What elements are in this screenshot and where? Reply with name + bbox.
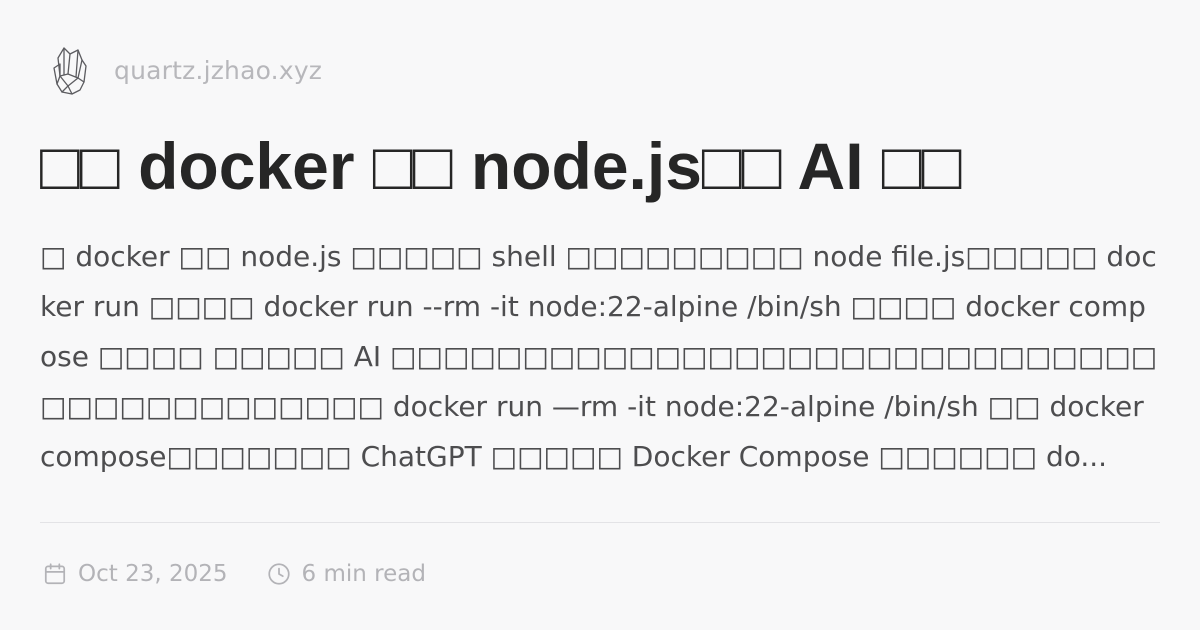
site-name[interactable]: quartz.jzhao.xyz	[114, 56, 322, 85]
article-description: □ docker □□ node.js □□□□□ shell □□□□□□□□…	[40, 240, 1158, 473]
quartz-crystal-logo-icon	[53, 47, 87, 95]
reading-time: 6 min read	[266, 561, 426, 587]
publish-date-text: Oct 23, 2025	[78, 561, 228, 587]
clock-icon	[267, 563, 290, 585]
calendar-icon	[44, 563, 66, 585]
article-meta: Oct 23, 2025 6 min read	[42, 556, 426, 592]
article-title: □□ docker □□ node.js□□ AI □□	[40, 129, 962, 203]
site-header: quartz.jzhao.xyz	[48, 42, 322, 98]
publish-date: Oct 23, 2025	[42, 561, 228, 587]
reading-time-text: 6 min read	[301, 561, 426, 587]
divider	[40, 522, 1160, 523]
